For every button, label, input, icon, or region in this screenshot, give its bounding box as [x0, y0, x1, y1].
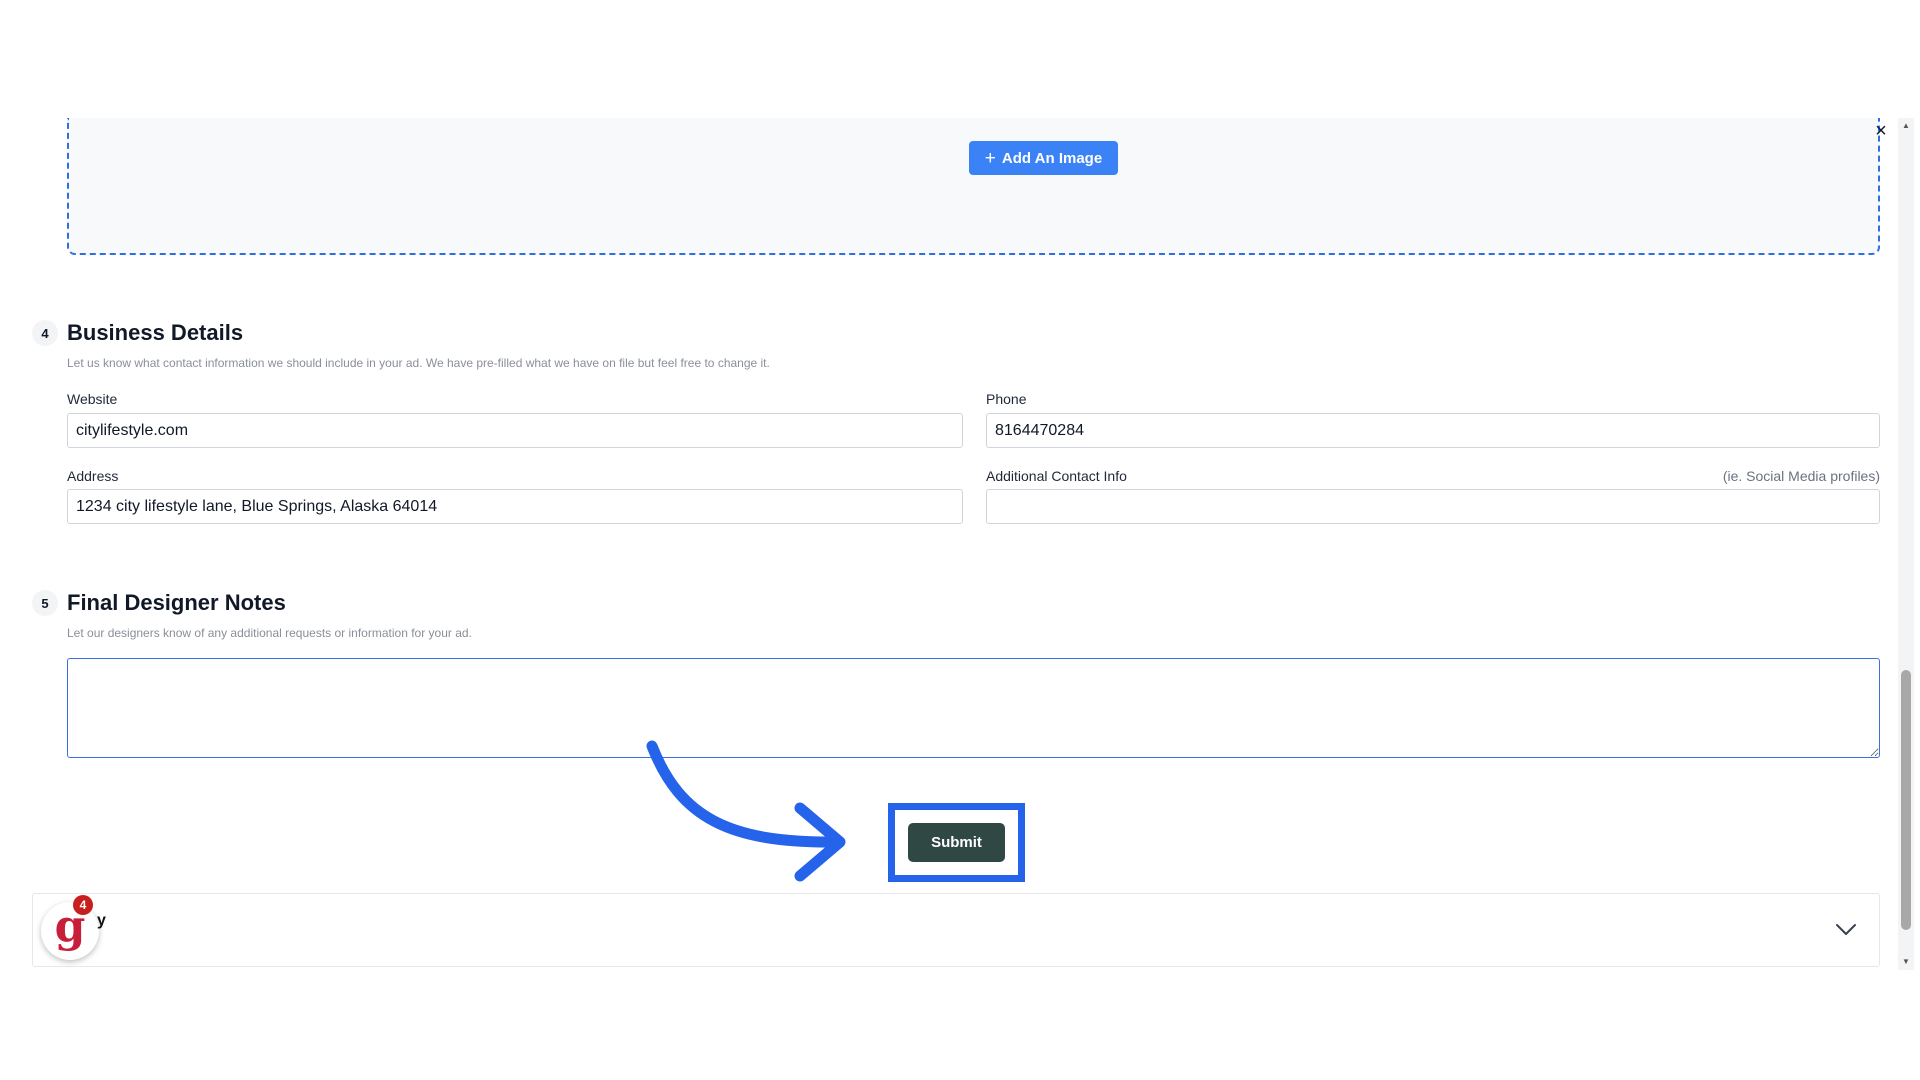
- phone-input[interactable]: [986, 413, 1880, 448]
- step-number-4: 4: [32, 320, 58, 346]
- close-icon[interactable]: ×: [1872, 121, 1890, 141]
- scrollbar[interactable]: ▲ ▼: [1898, 118, 1914, 970]
- final-designer-notes-description: Let our designers know of any additional…: [67, 626, 472, 640]
- step-number-5: 5: [32, 590, 58, 616]
- add-image-button[interactable]: + Add An Image: [969, 141, 1118, 175]
- submit-button[interactable]: Submit: [908, 823, 1005, 862]
- business-details-description: Let us know what contact information we …: [67, 356, 770, 370]
- scroll-thumb[interactable]: [1901, 670, 1911, 930]
- designer-notes-textarea[interactable]: [67, 658, 1880, 758]
- additional-contact-input[interactable]: [986, 489, 1880, 524]
- final-designer-notes-title: Final Designer Notes: [67, 590, 286, 615]
- additional-contact-label: Additional Contact Info: [986, 468, 1127, 484]
- scroll-down-icon[interactable]: ▼: [1898, 954, 1914, 970]
- notification-badge: 4: [73, 895, 93, 915]
- curved-arrow-icon: [646, 740, 846, 882]
- add-image-label: Add An Image: [1001, 149, 1103, 167]
- plus-icon: +: [984, 147, 996, 169]
- address-label: Address: [67, 468, 119, 484]
- website-label: Website: [67, 391, 118, 407]
- chevron-down-icon[interactable]: [1833, 916, 1859, 942]
- logo-suffix: y: [97, 912, 106, 929]
- scroll-up-icon[interactable]: ▲: [1898, 118, 1914, 134]
- website-input[interactable]: [67, 413, 963, 448]
- address-input[interactable]: [67, 489, 963, 524]
- chat-widget-bar[interactable]: g 4 y: [32, 893, 1880, 967]
- phone-label: Phone: [986, 391, 1027, 407]
- ad-form-modal: + Add An Image × ▲ ▼ 4 Business Details …: [0, 118, 1920, 970]
- image-dropzone[interactable]: + Add An Image: [67, 118, 1880, 255]
- business-details-title: Business Details: [67, 320, 244, 345]
- additional-contact-hint: (ie. Social Media profiles): [1722, 468, 1880, 484]
